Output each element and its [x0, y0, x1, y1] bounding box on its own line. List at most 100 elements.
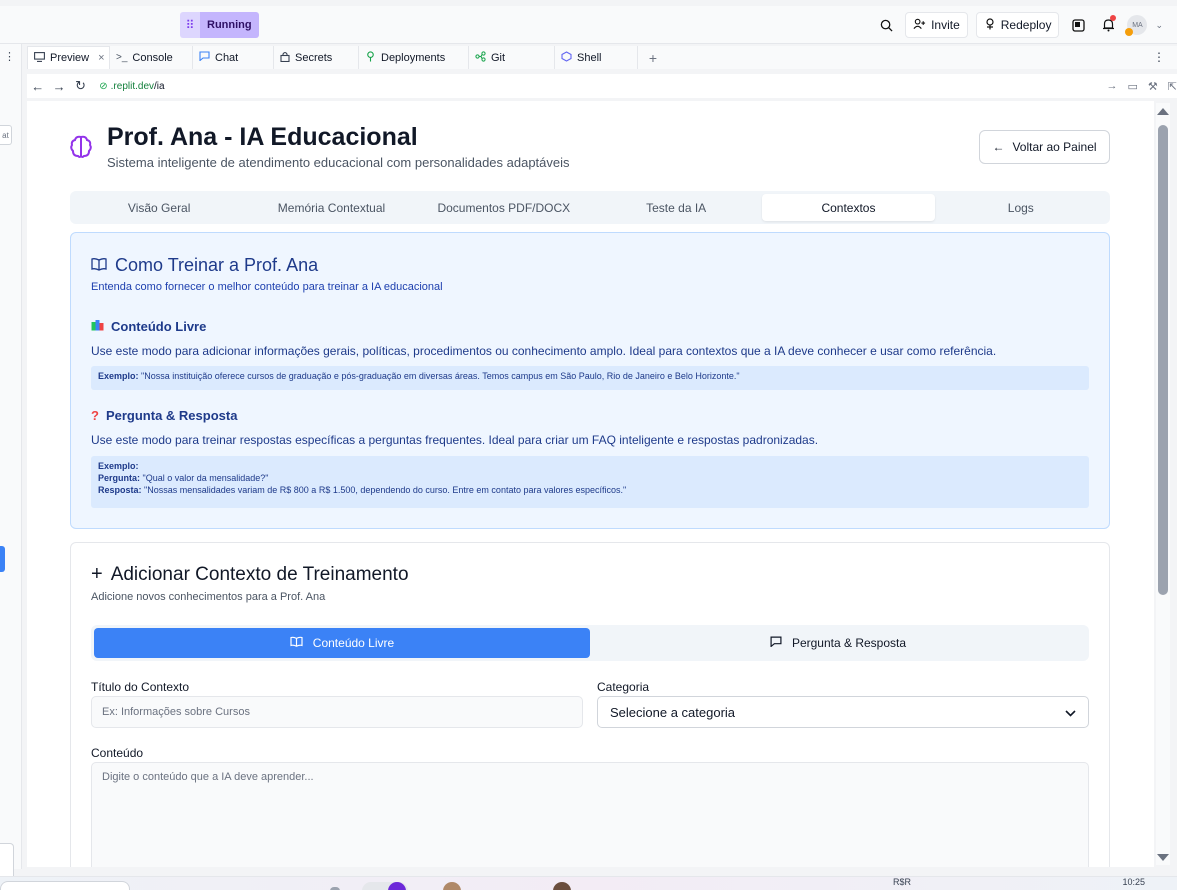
tab-console-label: Console [132, 51, 173, 64]
chat-icon [199, 51, 210, 64]
wrench-icon[interactable]: ⚒ [1148, 80, 1158, 93]
go-arrow-icon[interactable]: → [1106, 80, 1117, 93]
tab-secrets[interactable]: Secrets [274, 46, 359, 69]
content-textarea[interactable] [91, 762, 1089, 867]
left-panel-chip[interactable]: at [0, 125, 12, 145]
bell-icon[interactable] [1097, 14, 1119, 36]
mode-switch: Conteúdo Livre Pergunta & Resposta [91, 625, 1089, 661]
url-input[interactable]: ⊘ .replit.dev/ia [95, 76, 1098, 96]
multiplayer-icon[interactable] [1067, 14, 1089, 36]
git-icon [475, 50, 486, 65]
chevron-down-icon [1065, 705, 1076, 720]
qa-description: Use este modo para treinar respostas esp… [91, 433, 819, 447]
shell-icon [561, 50, 572, 65]
free-content-description: Use este modo para adicionar informações… [91, 344, 997, 358]
close-icon[interactable]: × [98, 52, 104, 64]
mode-qa-button[interactable]: Pergunta & Resposta [590, 628, 1086, 658]
tab-preview-label: Preview [50, 52, 90, 64]
devices-icon[interactable]: ▭ [1127, 80, 1137, 93]
taskbar-icon[interactable] [553, 882, 571, 890]
workspace-topbar: ⠿ Running Invite Redeploy MA ⌄ [0, 6, 1177, 44]
books-icon [91, 319, 104, 334]
tab-overview[interactable]: Visão Geral [73, 194, 245, 221]
tab-secrets-label: Secrets [295, 51, 333, 64]
taskbar-search[interactable] [0, 881, 130, 890]
add-context-card: + Adicionar Contexto de Treinamento Adic… [70, 542, 1110, 867]
tab-contextual-memory[interactable]: Memória Contextual [245, 194, 417, 221]
taskbar-icon[interactable] [443, 882, 461, 890]
preview-viewport: Prof. Ana - IA Educacional Sistema intel… [27, 101, 1154, 867]
free-content-heading-text: Conteúdo Livre [111, 319, 207, 334]
add-context-title: + Adicionar Contexto de Treinamento [91, 563, 409, 586]
deploy-icon [984, 17, 996, 33]
tab-shell[interactable]: Shell [555, 46, 638, 69]
tab-deployments-label: Deployments [381, 51, 446, 64]
tab-git[interactable]: Git [469, 46, 555, 69]
scroll-down-arrow[interactable] [1157, 854, 1169, 861]
left-panel-active-indicator [0, 546, 5, 572]
plus-icon: + [91, 563, 103, 585]
mode-free-content-button[interactable]: Conteúdo Livre [94, 628, 590, 658]
free-content-example: Exemplo: "Nossa instituição oferece curs… [91, 366, 1089, 390]
taskbar-value: R$R [893, 877, 912, 887]
monitor-icon [34, 51, 45, 65]
tab-git-label: Git [491, 51, 506, 64]
redeploy-button[interactable]: Redeploy [975, 12, 1060, 38]
scrollbar-thumb[interactable] [1158, 125, 1168, 595]
qa-heading-text: Pergunta & Resposta [105, 408, 238, 423]
content-label: Conteúdo [91, 746, 144, 760]
forward-arrow-icon[interactable]: → [48, 79, 69, 94]
left-panel-chip-text: at [2, 130, 9, 140]
redeploy-label: Redeploy [1000, 18, 1052, 32]
more-options-icon[interactable]: ⋮ [1153, 50, 1165, 64]
tab-deployments[interactable]: Deployments [359, 46, 469, 69]
taskbar-clock: 10:25 [1122, 877, 1145, 887]
qa-example-label: Exemplo: [98, 461, 139, 471]
url-actions: → ▭ ⚒ ⇱ [1106, 80, 1177, 93]
category-select[interactable]: Selecione a categoria [597, 696, 1089, 728]
page-tabs: Visão Geral Memória Contextual Documento… [70, 191, 1110, 224]
category-select-value: Selecione a categoria [610, 704, 736, 720]
notification-dot [1110, 15, 1117, 21]
free-content-heading: Conteúdo Livre [91, 319, 206, 334]
tab-contexts[interactable]: Contextos [762, 194, 935, 221]
preview-url-bar: ← → ↻ ⊘ .replit.dev/ia → ▭ ⚒ ⇱ [27, 74, 1177, 98]
tab-documents[interactable]: Documentos PDF/DOCX [418, 194, 590, 221]
back-to-panel-label: Voltar ao Painel [1012, 140, 1097, 154]
back-arrow-icon[interactable]: ← [27, 79, 48, 94]
mode-qa-label: Pergunta & Resposta [791, 636, 907, 650]
guide-subtitle: Entenda como fornecer o melhor conteúdo … [91, 281, 443, 293]
training-guide-card: Como Treinar a Prof. Ana Entenda como fo… [70, 232, 1110, 529]
avatar[interactable]: MA [1125, 15, 1148, 36]
url-path: /ia [154, 80, 165, 92]
external-link-icon[interactable]: ⇱ [1168, 80, 1177, 93]
tab-chat[interactable]: Chat [193, 46, 274, 69]
lock-icon [280, 51, 290, 65]
avatar-status-dot [1125, 28, 1134, 36]
tab-ai-test[interactable]: Teste da IA [590, 194, 762, 221]
reload-icon[interactable]: ↻ [70, 78, 91, 94]
run-status-pill[interactable]: ⠿ Running [180, 12, 259, 38]
back-to-panel-button[interactable]: ← Voltar ao Painel [979, 130, 1110, 164]
mode-free-content-label: Conteúdo Livre [312, 636, 395, 650]
search-icon[interactable] [875, 14, 897, 36]
context-title-input[interactable] [91, 696, 583, 728]
invite-button[interactable]: Invite [905, 12, 968, 38]
deploy-icon [365, 50, 376, 65]
tab-console[interactable]: >_ Console [110, 46, 193, 69]
qa-example: Exemplo: Pergunta: "Qual o valor da mens… [91, 456, 1089, 508]
chevron-down-icon[interactable]: ⌄ [1155, 20, 1163, 31]
invite-label: Invite [931, 18, 960, 32]
tab-logs[interactable]: Logs [935, 194, 1107, 221]
example-label: Exemplo: [98, 371, 139, 381]
scroll-up-arrow[interactable] [1157, 108, 1169, 115]
add-tab-button[interactable]: + [638, 46, 668, 69]
more-options-icon[interactable]: ⋮ [4, 50, 15, 63]
example-text: "Nossa instituição oferece cursos de gra… [141, 371, 740, 381]
answer-label: Resposta: [98, 485, 142, 495]
guide-title: Como Treinar a Prof. Ana [91, 255, 318, 276]
tab-preview[interactable]: Preview × [27, 46, 110, 69]
question-text: "Qual o valor da mensalidade?" [142, 473, 269, 483]
scrollbar[interactable] [1156, 103, 1170, 865]
qa-heading: ? Pergunta & Resposta [91, 408, 237, 423]
